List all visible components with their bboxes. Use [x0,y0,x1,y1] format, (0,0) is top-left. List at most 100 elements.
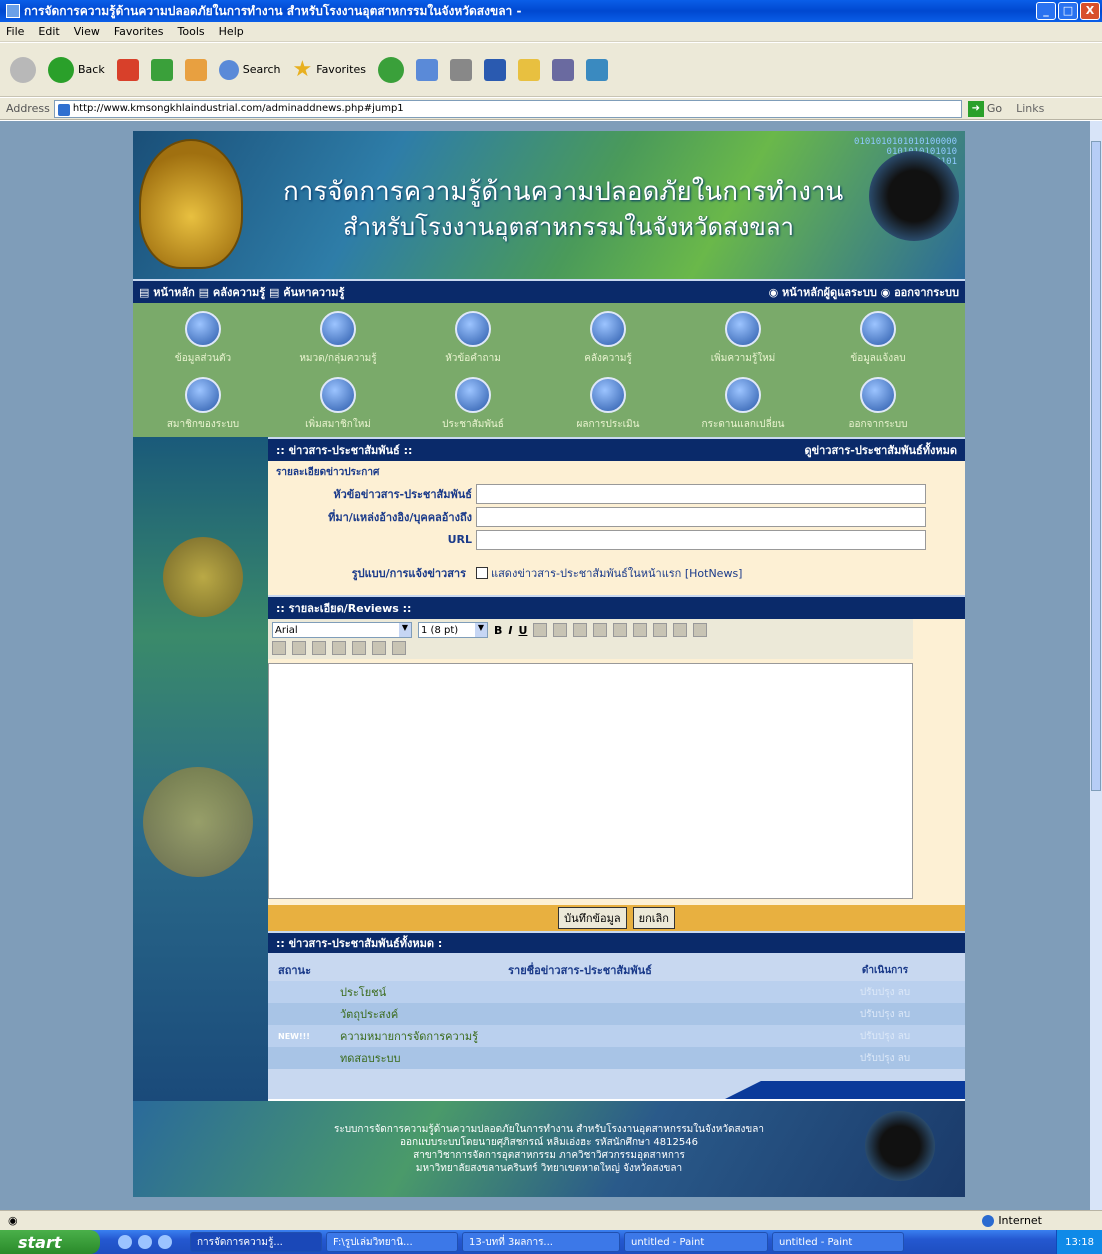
editor-textarea[interactable] [268,663,913,899]
news-title-link[interactable]: ทดสอบระบบ [340,1052,400,1065]
hr-icon[interactable] [272,641,286,655]
home-icon[interactable] [184,58,207,81]
scrollbar-thumb[interactable] [1091,141,1101,791]
go-button[interactable]: ➜ Go [967,100,1002,117]
hotnews-checkbox[interactable] [476,567,488,579]
align-left-icon[interactable] [533,623,548,637]
menu-file[interactable]: File [6,25,24,38]
task-button[interactable]: untitled - Paint [772,1232,904,1252]
font-select[interactable]: Arial ▼ [272,622,412,638]
chevron-down-icon: ▼ [399,623,411,637]
nav-left-links[interactable]: ▤ หน้าหลัก ▤ คลังความรู้ ▤ ค้นหาความรู้ [139,283,344,301]
word-icon[interactable] [483,58,506,81]
address-label: Address [6,102,50,115]
icon-board[interactable]: กระดานแลกเปลี่ยน [693,377,793,432]
bg-color-icon[interactable] [693,623,708,637]
web-page: 0101010101010100000010101010101001010101… [133,131,965,1210]
row-actions[interactable]: ปรับปรุง ลบ [820,1051,950,1066]
news-title-link[interactable]: ความหมายการจัดการความรู้ [340,1030,478,1043]
icon-personal[interactable]: ข้อมูลส่วนตัว [153,311,253,366]
size-select[interactable]: 1 (8 pt) ▼ [418,622,488,638]
view-all-news-link[interactable]: ดูข่าวสาร-ประชาสัมพันธ์ทั้งหมด [804,441,957,459]
icon-add-member[interactable]: เพิ่มสมาชิกใหม่ [288,377,388,432]
start-button[interactable]: start [0,1230,100,1254]
research-icon[interactable] [551,58,574,81]
fullscreen-icon[interactable] [372,641,386,655]
underline-button[interactable]: U [518,624,527,637]
icon-news[interactable]: ประชาสัมพันธ์ [423,377,523,432]
security-zone: Internet [982,1214,1042,1227]
refresh-icon[interactable] [150,58,173,81]
search-button[interactable]: Search [218,59,281,80]
ordered-list-icon[interactable] [593,623,608,637]
icon-delete-report[interactable]: ข้อมูลแจ้งลบ [828,311,928,366]
row-actions[interactable]: ปรับปรุง ลบ [820,1029,950,1044]
forward-arrow-icon [48,56,74,83]
stop-icon[interactable] [116,58,139,81]
info-icon[interactable] [392,641,406,655]
menu-edit[interactable]: Edit [38,25,59,38]
address-input[interactable]: http://www.kmsongkhlaindustrial.com/admi… [53,99,962,118]
links-label[interactable]: Links [1016,102,1044,115]
icon-question[interactable]: หัวข้อคำถาม [423,311,523,366]
ie-icon[interactable] [158,1235,172,1249]
title-input[interactable] [476,483,926,504]
icon-knowledge[interactable]: คลังความรู้ [558,311,658,366]
html-code-icon[interactable] [352,641,366,655]
menu-help[interactable]: Help [219,25,244,38]
ie-icon[interactable] [118,1235,132,1249]
minimize-button[interactable]: _ [1036,2,1056,20]
close-button[interactable]: X [1080,2,1100,20]
row-actions[interactable]: ปรับปรุง ลบ [820,985,950,1000]
task-button[interactable]: untitled - Paint [624,1232,768,1252]
save-button[interactable]: บันทึกข้อมูล [558,907,627,929]
source-input[interactable] [476,506,926,527]
url-input[interactable] [476,529,926,550]
task-button[interactable]: F:\รูปเล่มวิทยานิ... [326,1232,458,1252]
icon-category[interactable]: หมวด/กลุ่มความรู้ [288,311,388,366]
back-button[interactable]: Back [48,56,105,83]
image-icon[interactable] [312,641,326,655]
history-icon[interactable] [377,56,404,83]
content-area: :: ข่าวสาร-ประชาสัมพันธ์ :: ดูข่าวสาร-ปร… [268,437,965,1101]
icon-logout[interactable]: ออกจากระบบ [828,377,928,432]
news-title-link[interactable]: วัตถุประสงค์ [340,1008,398,1021]
menu-view[interactable]: View [74,25,100,38]
row-actions[interactable]: ปรับปรุง ลบ [820,1007,950,1022]
icon-members[interactable]: สมาชิกของระบบ [153,377,253,432]
indent-icon[interactable] [653,623,668,637]
task-button[interactable]: การจัดการความรู้... [190,1232,322,1252]
task-button[interactable]: 13-บทที่ 3ผลการ... [462,1232,620,1252]
vertical-scrollbar[interactable] [1090,121,1102,1210]
cancel-button[interactable]: ยกเลิก [632,907,675,929]
maximize-button[interactable]: □ [1058,2,1078,20]
logout-icon [860,377,896,413]
print-icon[interactable] [449,58,472,81]
link-icon[interactable] [292,641,306,655]
outdent-icon[interactable] [633,623,648,637]
nav-right-links[interactable]: ◉ หน้าหลักผู้ดูแลระบบ ◉ ออกจากระบบ [769,283,959,301]
address-bar: Address http://www.kmsongkhlaindustrial.… [0,98,1102,120]
clock[interactable]: 13:18 [1065,1237,1094,1248]
italic-button[interactable]: I [508,624,512,637]
ie-icon[interactable] [138,1235,152,1249]
mail-icon[interactable] [415,58,438,81]
icon-evaluation[interactable]: ผลการประเมิน [558,377,658,432]
messenger-icon[interactable] [585,58,608,81]
table-icon[interactable] [332,641,346,655]
menu-favorites[interactable]: Favorites [114,25,164,38]
news-title-link[interactable]: ประโยชน์ [340,986,386,999]
quick-launch [118,1235,172,1249]
folder-icon[interactable] [517,58,540,81]
align-center-icon[interactable] [553,623,568,637]
align-right-icon[interactable] [573,623,588,637]
menu-tools[interactable]: Tools [178,25,205,38]
news-table: สถานะ รายชื่อข่าวสาร-ประชาสัมพันธ์ ดำเนิ… [268,953,965,1099]
icon-add-knowledge[interactable]: เพิ่มความรู้ใหม่ [693,311,793,366]
text-color-icon[interactable] [673,623,688,637]
footer-line-3: สาขาวิชาการจัดการอุตสาหกรรม ภาควิชาวิศวก… [413,1150,685,1161]
favorites-button[interactable]: ★ Favorites [293,57,366,82]
bold-button[interactable]: B [494,624,502,637]
back-arrow-icon[interactable] [10,56,36,83]
unordered-list-icon[interactable] [613,623,628,637]
